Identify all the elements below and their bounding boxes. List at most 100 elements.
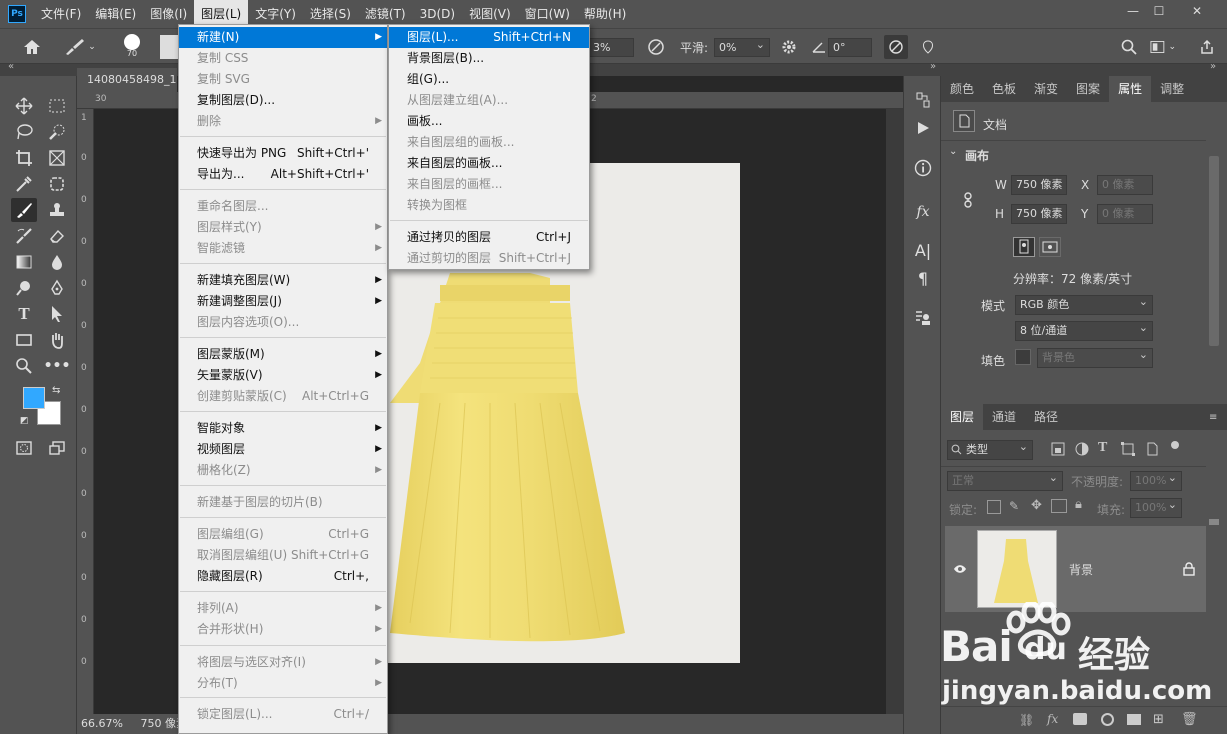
actions-play-icon[interactable] (911, 116, 935, 140)
lock-icon[interactable] (1183, 562, 1195, 576)
clone-stamp-tool-icon[interactable] (44, 198, 70, 222)
tab-gradients[interactable]: 渐变 (1025, 76, 1067, 102)
layer-menu-item[interactable]: 隐藏图层(R) Ctrl+, (179, 566, 387, 587)
filter-type-icon[interactable]: T (1098, 440, 1107, 456)
new-submenu-item[interactable]: 画板... (389, 111, 589, 132)
layer-menu-item[interactable]: 导出为... Alt+Shift+Ctrl+' (179, 164, 387, 185)
link-icon[interactable] (961, 192, 975, 211)
dodge-tool-icon[interactable] (11, 276, 37, 300)
portrait-orientation-button[interactable] (1013, 237, 1035, 257)
fill-color-swatch[interactable] (1015, 349, 1031, 365)
bit-depth-select[interactable]: 8 位/通道 (1015, 319, 1153, 341)
document-tab[interactable]: 14080458498_14 (77, 68, 177, 92)
eyedropper-tool-icon[interactable] (11, 172, 37, 196)
layers-scrollbar[interactable] (1209, 519, 1219, 525)
crop-tool-icon[interactable] (11, 146, 37, 170)
pressure-size-icon[interactable] (884, 35, 908, 59)
spot-healing-tool-icon[interactable] (44, 172, 70, 196)
vertical-scrollbar[interactable] (886, 109, 903, 714)
zoom-level[interactable]: 66.67% (81, 717, 123, 730)
screen-mode-icon[interactable] (44, 436, 70, 460)
foreground-color-swatch-top[interactable] (23, 387, 45, 409)
gear-icon[interactable] (778, 35, 800, 59)
info-icon[interactable] (911, 156, 935, 180)
fill-opacity-field[interactable]: 100% (1130, 496, 1182, 518)
restore-button[interactable]: ☐ (1142, 0, 1176, 22)
trash-icon[interactable]: 🗑︎ (1181, 712, 1198, 727)
layer-mask-icon[interactable] (1073, 713, 1087, 725)
quick-selection-tool-icon[interactable] (44, 120, 70, 144)
filter-shape-icon[interactable] (1121, 442, 1137, 458)
layer-menu-item[interactable]: 新建(N) ▶ (179, 27, 387, 48)
fx-icon[interactable]: fx (1047, 712, 1058, 726)
height-field[interactable]: 750 像素 (1011, 204, 1067, 224)
eye-icon[interactable] (953, 563, 967, 573)
panel-menu-icon[interactable]: ≡ (1209, 412, 1217, 423)
lock-position-icon[interactable]: ✥ (1031, 498, 1042, 513)
menu-file[interactable]: 文件(F) (34, 0, 88, 28)
character-icon[interactable]: A| (911, 238, 935, 262)
new-submenu-item[interactable]: 来自图层的画板... (389, 153, 589, 174)
chevron-down-icon[interactable]: ⌄ (949, 146, 957, 157)
filter-toggle-icon[interactable] (1171, 441, 1179, 449)
blend-mode-select[interactable]: 正常 (947, 469, 1063, 491)
y-field[interactable]: 0 像素 (1097, 204, 1153, 224)
new-submenu-item[interactable]: 背景图层(B)... (389, 48, 589, 69)
eraser-tool-icon[interactable] (44, 224, 70, 248)
layer-menu-item[interactable]: 复制图层(D)... (179, 90, 387, 111)
lock-artboard-icon[interactable] (1051, 499, 1067, 513)
lock-transparent-icon[interactable] (987, 500, 1001, 514)
new-submenu-item[interactable]: 组(G)... (389, 69, 589, 90)
landscape-orientation-button[interactable] (1039, 237, 1061, 257)
tab-paths[interactable]: 路径 (1025, 404, 1067, 430)
layer-menu-item[interactable]: 矢量蒙版(V) ▶ (179, 365, 387, 386)
workspace-icon[interactable]: ⌄ (1150, 35, 1176, 59)
default-colors-icon[interactable]: ◩ (20, 416, 29, 426)
rectangle-tool-icon[interactable] (11, 328, 37, 352)
fill-select[interactable]: 背景色 (1037, 346, 1153, 368)
layer-menu-item[interactable]: 新建调整图层(J) ▶ (179, 291, 387, 312)
tab-layers[interactable]: 图层 (941, 404, 984, 430)
adjustment-layer-icon[interactable] (1101, 713, 1114, 726)
history-icon[interactable] (911, 88, 935, 112)
tab-channels[interactable]: 通道 (983, 404, 1025, 430)
lock-image-icon[interactable]: ✎ (1009, 499, 1019, 513)
x-field[interactable]: 0 像素 (1097, 175, 1153, 195)
search-icon[interactable] (1118, 35, 1140, 59)
frame-tool-icon[interactable] (44, 146, 70, 170)
new-submenu-item[interactable]: 图层(L)... Shift+Ctrl+N (389, 27, 589, 48)
brush-preset-picker[interactable]: ⌄ (60, 35, 100, 59)
group-folder-icon[interactable] (1127, 714, 1141, 725)
history-brush-tool-icon[interactable] (11, 224, 37, 248)
close-window-button[interactable]: ✕ (1180, 0, 1214, 22)
properties-scrollbar[interactable] (1209, 156, 1219, 346)
brush-size-picker[interactable]: 70 (112, 34, 152, 59)
new-layer-icon[interactable]: ⊞ (1153, 712, 1164, 727)
home-icon[interactable] (18, 35, 46, 59)
symmetry-icon[interactable] (916, 35, 940, 59)
tab-properties[interactable]: 属性 (1109, 76, 1152, 102)
collapse-mid-icon[interactable]: » (930, 61, 936, 72)
paragraph-icon[interactable]: ¶ (911, 266, 935, 290)
lock-all-icon[interactable]: 🔒︎ (1075, 497, 1082, 512)
tab-adjustments[interactable]: 调整 (1151, 76, 1193, 102)
filter-smart-object-icon[interactable] (1145, 442, 1161, 458)
layer-menu-item[interactable]: 视频图层 ▶ (179, 439, 387, 460)
brush-settings-icon[interactable] (160, 35, 178, 59)
marquee-tool-icon[interactable] (44, 94, 70, 118)
lasso-tool-icon[interactable] (11, 120, 37, 144)
tab-swatches[interactable]: 色板 (983, 76, 1025, 102)
zoom-tool-icon[interactable] (11, 354, 37, 378)
hand-tool-icon[interactable] (44, 328, 70, 352)
blur-tool-icon[interactable] (44, 250, 70, 274)
layer-menu-item[interactable]: 智能对象 ▶ (179, 418, 387, 439)
layer-menu-item[interactable]: 新建填充图层(W) ▶ (179, 270, 387, 291)
opacity-field[interactable]: 3% (588, 38, 634, 57)
collapse-left-icon[interactable]: « (8, 61, 14, 72)
glyphs-icon[interactable] (911, 306, 935, 330)
angle-field[interactable]: 0° (828, 38, 872, 57)
smooth-field[interactable]: 0% (714, 36, 770, 57)
menu-edit[interactable]: 编辑(E) (88, 0, 143, 28)
layer-menu-item[interactable]: 快速导出为 PNG Shift+Ctrl+' (179, 143, 387, 164)
gradient-tool-icon[interactable] (11, 250, 37, 274)
